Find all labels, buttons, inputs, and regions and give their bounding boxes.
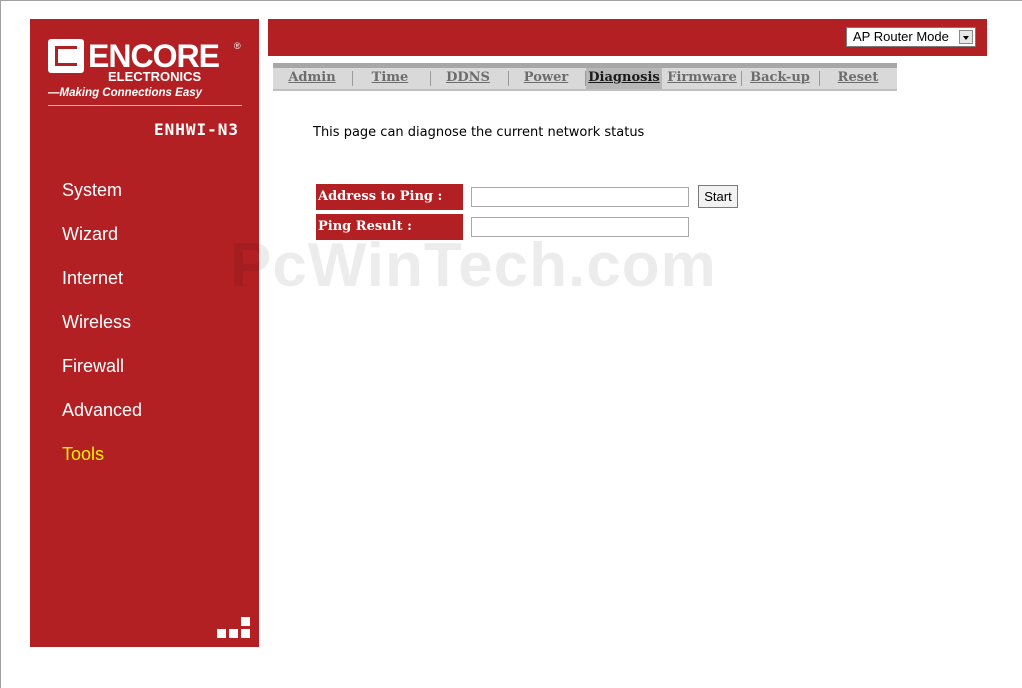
- sidebar-item-wireless[interactable]: Wireless: [62, 310, 142, 354]
- sidebar-item-advanced[interactable]: Advanced: [62, 398, 142, 442]
- tab-diagnosis[interactable]: Diagnosis: [586, 68, 662, 89]
- sidebar-item-firewall[interactable]: Firewall: [62, 354, 142, 398]
- encore-logo-mark-icon: [48, 39, 84, 73]
- logo-registered-mark: ®: [234, 41, 241, 51]
- tab-divider: [352, 71, 353, 86]
- window-border-top: [0, 0, 1022, 1]
- tab-time[interactable]: Time: [359, 68, 421, 89]
- address-to-ping-label: Address to Ping :: [316, 184, 463, 210]
- tab-firmware[interactable]: Firmware: [665, 68, 739, 89]
- tab-divider: [430, 71, 431, 86]
- encore-logo: ENCORE ® ELECTRONICS —Making Connections…: [48, 38, 248, 119]
- sidebar-item-tools[interactable]: Tools: [62, 442, 142, 486]
- tab-back-up[interactable]: Back-up: [746, 68, 814, 89]
- logo-tagline-text: Making Connections Easy: [59, 87, 203, 99]
- sidebar: ENCORE ® ELECTRONICS —Making Connections…: [30, 19, 259, 647]
- address-to-ping-input[interactable]: [471, 187, 689, 207]
- window-border-left: [0, 0, 1, 688]
- tab-ddns[interactable]: DDNS: [437, 68, 499, 89]
- watermark: PcWinTech.com: [230, 231, 717, 300]
- tools-tab-bar: Admin Time DDNS Power Diagnosis Firmware…: [273, 63, 897, 91]
- logo-tagline: —Making Connections Easy: [48, 87, 203, 99]
- sidebar-item-internet[interactable]: Internet: [62, 266, 142, 310]
- page-description: This page can diagnose the current netwo…: [313, 125, 645, 140]
- start-button[interactable]: Start: [698, 185, 738, 208]
- chevron-down-icon[interactable]: [959, 30, 973, 44]
- grid-squares-icon: [217, 617, 250, 639]
- tab-admin[interactable]: Admin: [281, 68, 343, 89]
- mode-select[interactable]: AP Router Mode: [846, 27, 976, 47]
- sidebar-nav: System Wizard Internet Wireless Firewall…: [62, 178, 142, 486]
- header-bar: AP Router Mode: [268, 19, 987, 56]
- tab-reset[interactable]: Reset: [826, 68, 890, 89]
- tab-divider: [819, 71, 820, 86]
- mode-select-value: AP Router Mode: [853, 29, 949, 44]
- logo-divider: [48, 105, 242, 106]
- tab-power[interactable]: Power: [515, 68, 577, 89]
- logo-subtitle: ELECTRONICS: [108, 69, 202, 84]
- sidebar-item-system[interactable]: System: [62, 178, 142, 222]
- sidebar-item-wizard[interactable]: Wizard: [62, 222, 142, 266]
- tab-divider: [508, 71, 509, 86]
- tab-divider: [741, 71, 742, 86]
- model-name: ENHWI-N3: [153, 120, 239, 139]
